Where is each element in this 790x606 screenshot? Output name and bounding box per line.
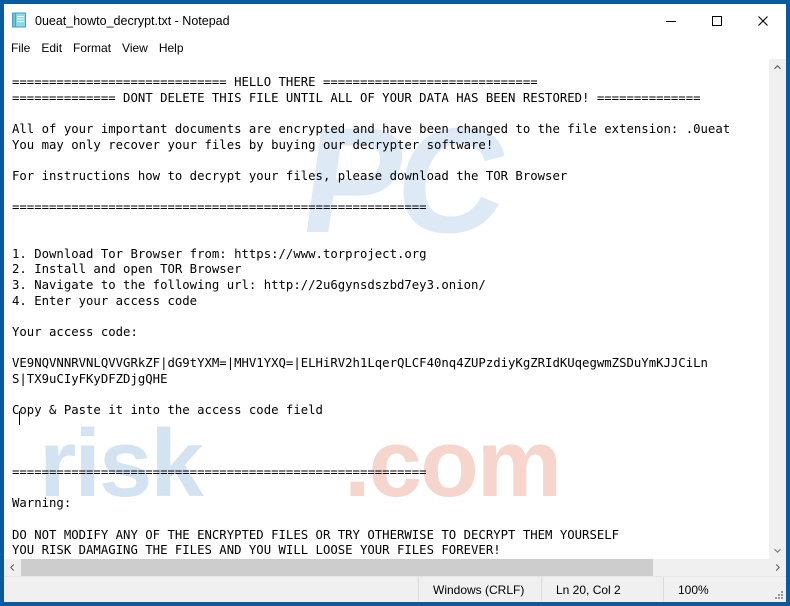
menu-item-view[interactable]: View: [122, 39, 155, 57]
scroll-right-button[interactable]: [769, 559, 786, 576]
resize-grip[interactable]: [773, 589, 783, 599]
menu-item-help[interactable]: Help: [159, 39, 191, 57]
status-cursor-position: Ln 20, Col 2: [541, 577, 663, 602]
title-bar-left: 0ueat_howto_decrypt.txt - Notepad: [4, 12, 648, 29]
horizontal-scroll-track[interactable]: [21, 559, 769, 576]
status-encoding: Windows (CRLF): [418, 577, 541, 602]
editor-row: PC risk .com ===========================…: [4, 59, 786, 559]
vertical-scrollbar[interactable]: [768, 59, 786, 559]
text-caret: [19, 411, 20, 425]
menu-bar: File Edit Format View Help: [4, 37, 786, 59]
text-editor-area[interactable]: PC risk .com ===========================…: [4, 59, 768, 559]
status-bar: Windows (CRLF) Ln 20, Col 2 100%: [4, 576, 786, 602]
title-bar: 0ueat_howto_decrypt.txt - Notepad: [4, 4, 786, 37]
status-zoom-level: 100%: [663, 577, 786, 602]
close-icon: [758, 15, 768, 26]
vertical-scroll-track[interactable]: [769, 76, 786, 542]
chevron-down-icon: [774, 548, 781, 553]
minimize-button[interactable]: [648, 4, 694, 37]
ransom-note-text: ============================= HELLO THER…: [12, 75, 731, 558]
scroll-down-button[interactable]: [769, 542, 786, 559]
scroll-left-button[interactable]: [4, 559, 21, 576]
notepad-window: 0ueat_howto_decrypt.txt - Notepad File E…: [0, 0, 790, 606]
menu-item-format[interactable]: Format: [73, 39, 118, 57]
horizontal-scrollbar[interactable]: [4, 559, 786, 576]
chevron-left-icon: [10, 564, 15, 571]
chevron-right-icon: [775, 564, 780, 571]
horizontal-scroll-thumb[interactable]: [21, 559, 654, 576]
maximize-icon: [712, 15, 722, 26]
vertical-scroll-thumb[interactable]: [769, 76, 786, 542]
editor-body: PC risk .com ===========================…: [4, 59, 786, 602]
maximize-button[interactable]: [694, 4, 740, 37]
menu-item-edit[interactable]: Edit: [41, 39, 69, 57]
notepad-icon: [11, 12, 28, 29]
close-button[interactable]: [740, 4, 786, 37]
window-title: 0ueat_howto_decrypt.txt - Notepad: [35, 13, 230, 28]
minimize-icon: [666, 20, 676, 22]
menu-item-file[interactable]: File: [11, 39, 37, 57]
scroll-up-button[interactable]: [769, 59, 786, 76]
chevron-up-icon: [774, 65, 781, 70]
